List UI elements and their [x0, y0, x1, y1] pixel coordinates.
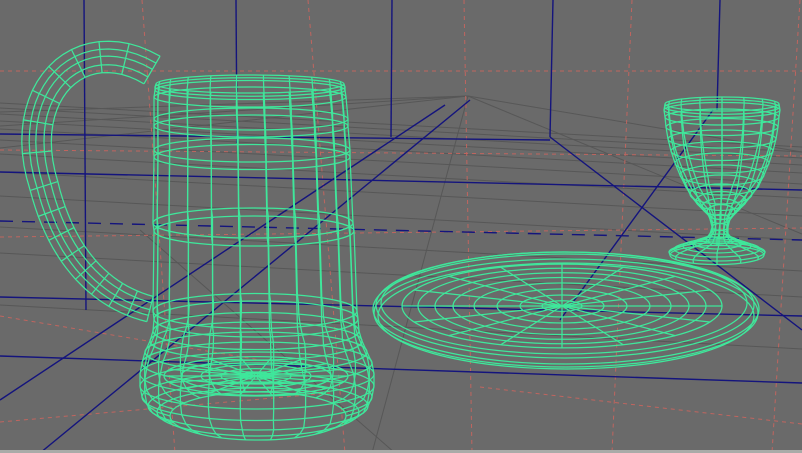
construction-lines-red — [0, 0, 802, 453]
major-grid-navy — [0, 0, 802, 453]
goblet-wireframe[interactable] — [664, 97, 780, 265]
3d-viewport[interactable] — [0, 0, 802, 453]
scene-svg — [0, 0, 802, 453]
